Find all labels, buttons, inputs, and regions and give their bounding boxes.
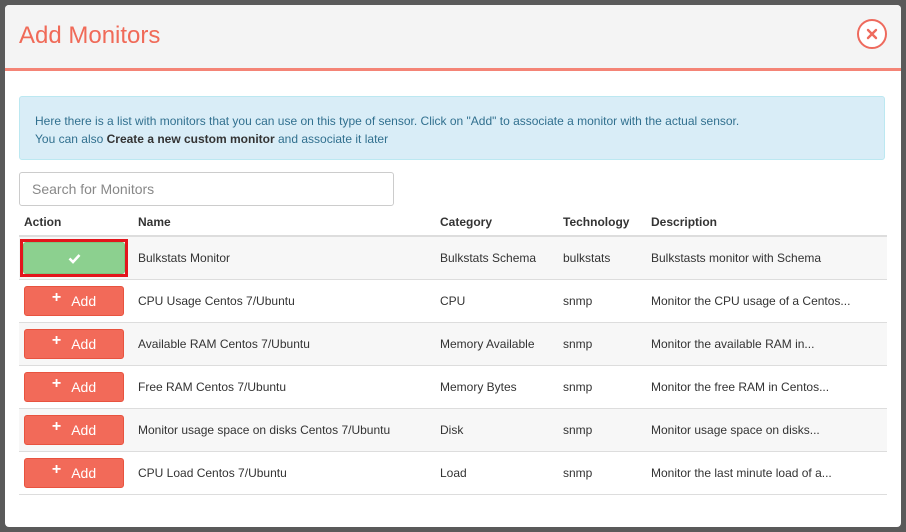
header-name: Name [133, 208, 435, 237]
close-icon [866, 28, 878, 40]
monitor-technology: snmp [558, 322, 646, 366]
table-row: + Add Available RAM Centos 7/Ubuntu Memor… [19, 322, 887, 366]
monitor-name: Free RAM Centos 7/Ubuntu [133, 365, 435, 409]
info-line-2-suffix: and associate it later [274, 132, 389, 146]
info-alert: Here there is a list with monitors that … [19, 96, 885, 160]
header-action: Action [19, 208, 133, 237]
table-row: + Add CPU Load Centos 7/Ubuntu Load snmp … [19, 451, 887, 495]
action-cell: + Add [19, 408, 133, 452]
monitor-description: Monitor usage space on disks... [646, 408, 887, 452]
monitor-category: Disk [435, 408, 558, 452]
add-button[interactable]: + Add [24, 415, 124, 445]
monitor-name: CPU Load Centos 7/Ubuntu [133, 451, 435, 495]
action-cell: + Add [19, 279, 133, 323]
search-monitors-input[interactable] [19, 172, 394, 206]
add-button-label: Add [71, 422, 97, 438]
header-category: Category [435, 208, 558, 237]
plus-icon: + [51, 418, 62, 435]
table-header-row: Action Name Category Technology Descript… [19, 208, 887, 237]
monitor-technology: snmp [558, 408, 646, 452]
monitor-name: Bulkstats Monitor [133, 236, 435, 280]
monitor-description: Bulkstasts monitor with Schema [646, 236, 887, 280]
table-row: + Add Monitor usage space on disks Centos… [19, 408, 887, 452]
monitor-category: Bulkstats Schema [435, 236, 558, 280]
add-button[interactable]: + Add [24, 458, 124, 488]
add-button[interactable]: + Add [24, 372, 124, 402]
add-button-label: Add [71, 293, 97, 309]
info-line-2-prefix: You can also [35, 132, 107, 146]
add-button[interactable]: + Add [24, 329, 124, 359]
header-technology: Technology [558, 208, 646, 237]
close-button[interactable] [857, 19, 887, 49]
monitor-description: Monitor the available RAM in... [646, 322, 887, 366]
monitors-table: Action Name Category Technology Descript… [19, 208, 887, 495]
modal-header: Add Monitors [5, 5, 901, 71]
monitor-name: CPU Usage Centos 7/Ubuntu [133, 279, 435, 323]
monitor-name: Monitor usage space on disks Centos 7/Ub… [133, 408, 435, 452]
create-custom-monitor-text: Create a new custom monitor [106, 132, 275, 146]
table-row: + Add CPU Usage Centos 7/Ubuntu CPU snmp … [19, 279, 887, 323]
add-button-label: Add [71, 465, 97, 481]
action-cell: + Add [19, 365, 133, 409]
plus-icon: + [51, 375, 62, 392]
monitor-technology: snmp [558, 365, 646, 409]
monitor-description: Monitor the last minute load of a... [646, 451, 887, 495]
monitor-category: Memory Bytes [435, 365, 558, 409]
added-button[interactable] [23, 242, 125, 274]
action-cell: + Add [19, 451, 133, 495]
monitor-category: Load [435, 451, 558, 495]
plus-icon: + [51, 332, 62, 349]
plus-icon: + [51, 461, 62, 478]
modal-title: Add Monitors [19, 22, 161, 49]
info-line-1: Here there is a list with monitors that … [35, 114, 740, 128]
info-line-2: You can also Create a new custom monitor… [35, 130, 869, 148]
add-monitors-modal: Add Monitors Here there is a list with m… [5, 5, 901, 527]
monitor-technology: snmp [558, 451, 646, 495]
add-button[interactable]: + Add [24, 286, 124, 316]
header-description: Description [646, 208, 887, 237]
monitor-technology: bulkstats [558, 236, 646, 280]
monitor-technology: snmp [558, 279, 646, 323]
table-row: Bulkstats Monitor Bulkstats Schema bulks… [19, 236, 887, 280]
monitor-description: Monitor the CPU usage of a Centos... [646, 279, 887, 323]
monitor-category: CPU [435, 279, 558, 323]
action-cell: + Add [19, 322, 133, 366]
monitor-description: Monitor the free RAM in Centos... [646, 365, 887, 409]
monitor-name: Available RAM Centos 7/Ubuntu [133, 322, 435, 366]
table-row: + Add Free RAM Centos 7/Ubuntu Memory Byt… [19, 365, 887, 409]
check-icon [68, 253, 80, 264]
add-button-label: Add [71, 379, 97, 395]
highlight-box [20, 239, 128, 277]
monitor-category: Memory Available [435, 322, 558, 366]
action-cell [19, 236, 133, 280]
add-button-label: Add [71, 336, 97, 352]
plus-icon: + [51, 289, 62, 306]
